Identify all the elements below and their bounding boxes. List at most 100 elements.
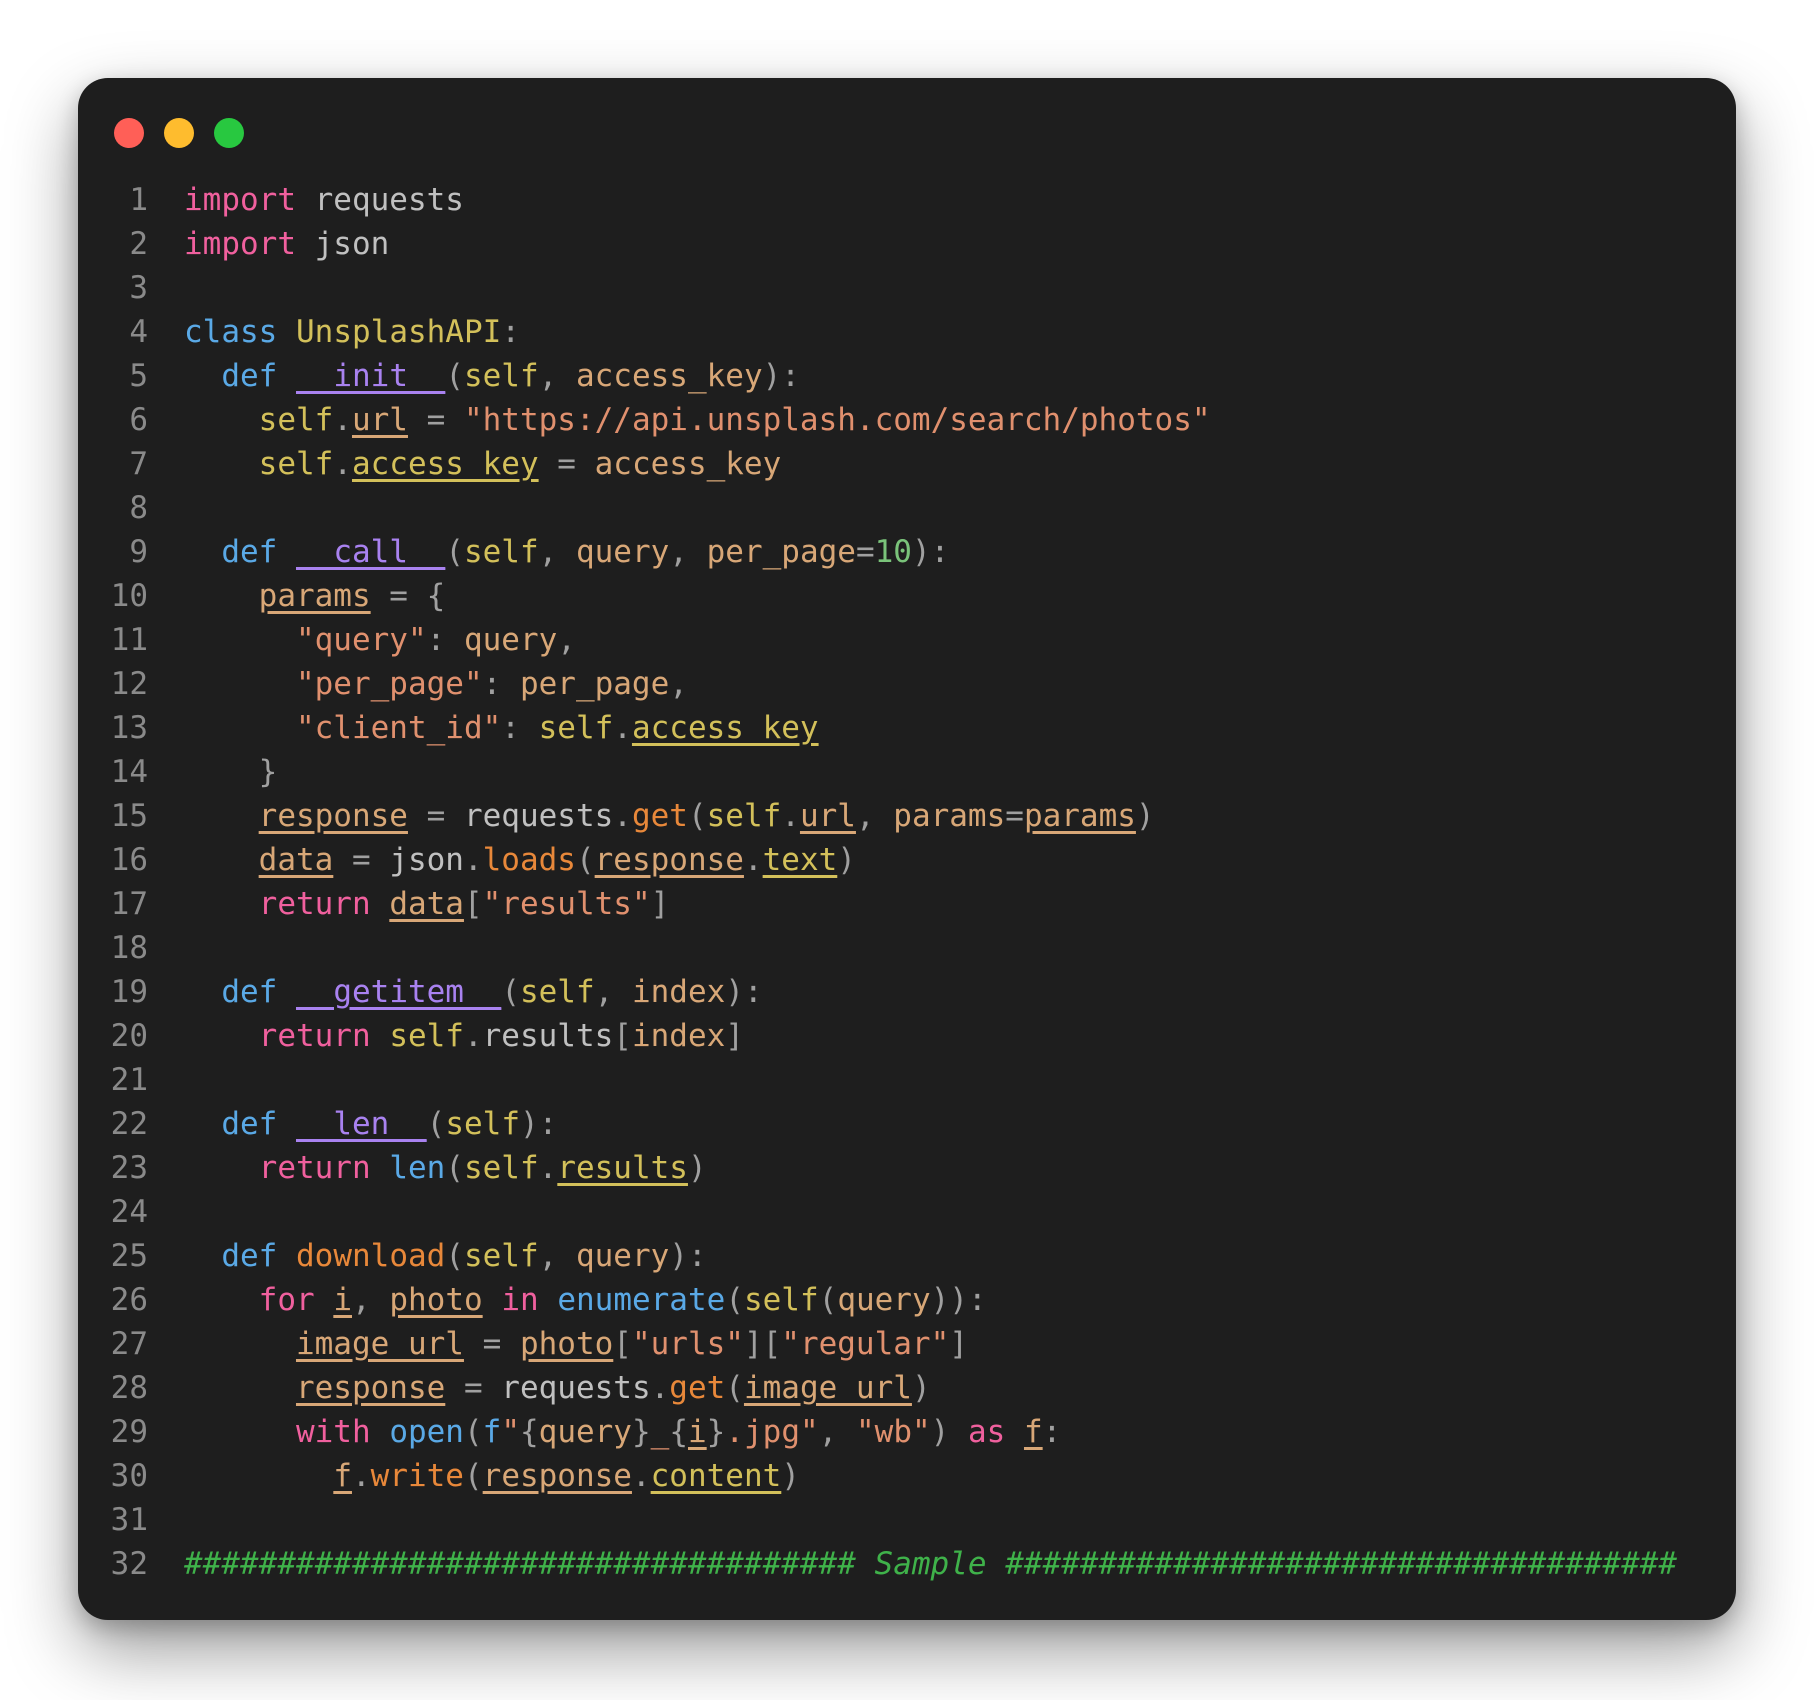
code-token: self [463,1150,539,1186]
code-token: self [538,710,614,746]
code-line: 29 with open(f"{query}_{i}.jpg", "wb") a… [78,1410,1736,1454]
code-token: i [333,1282,352,1318]
code-text: "query": query, [184,618,576,662]
code-token: return [258,1150,371,1186]
code-token: query [538,1414,632,1450]
code-token: )): [930,1282,987,1318]
code-token: ): [911,534,950,570]
line-number: 22 [110,1106,148,1142]
code-token: download [296,1238,446,1274]
code-token: import [184,226,296,262]
code-line: 6 self.url = "https://api.unsplash.com/s… [78,398,1736,442]
code-token: : [501,710,539,746]
code-token: self [463,1238,539,1274]
code-token: access_key [594,446,782,482]
code-token: } [631,1414,651,1450]
line-number: 8 [129,490,148,526]
code-text: response = requests.get(image_url) [184,1366,931,1410]
code-text: with open(f"{query}_{i}.jpg", "wb") as f… [184,1410,1061,1454]
code-token: self [389,1018,464,1054]
code-token: [ [463,886,483,922]
code-line: 28 response = requests.get(image_url) [78,1366,1736,1410]
code-line: 8 [78,486,1736,530]
code-token: , [538,534,576,570]
minimize-button[interactable] [164,118,194,148]
code-text: data = json.loads(response.text) [184,838,856,882]
code-token: ] [650,886,670,922]
line-number: 13 [110,710,148,746]
window-controls [114,118,244,148]
code-token: ) [911,1370,931,1406]
code-text: "per_page": per_page, [184,662,688,706]
code-token: with [295,1414,371,1450]
code-text: import json [184,222,389,266]
close-button[interactable] [114,118,144,148]
code-token: get [631,798,688,834]
code-token: per_page [706,534,856,570]
code-token: self [258,446,334,482]
code-token: . [463,842,483,878]
code-token: , [855,798,894,834]
code-text: return data["results"] [184,882,670,926]
maximize-button[interactable] [214,118,244,148]
code-token: index [631,974,726,1010]
code-token: , [538,358,576,394]
code-token: = [407,798,464,834]
code-token: params [1023,798,1136,834]
code-token: ): [519,1106,558,1142]
code-line: 19 def __getitem__(self, index): [78,970,1736,1014]
code-text: class UnsplashAPI: [184,310,520,354]
code-text: def __init__(self, access_key): [184,354,800,398]
line-number: 29 [110,1414,148,1450]
code-token: json [389,842,464,878]
line-number: 30 [110,1458,148,1494]
code-token: __getitem__ [296,974,502,1010]
code-token: results [482,1018,614,1054]
code-token: ) [1135,798,1155,834]
code-line: 17 return data["results"] [78,882,1736,926]
code-line: 13 "client_id": self.access_key [78,706,1736,750]
code-token: ) [781,1458,800,1494]
code-token: . [333,402,352,438]
code-token: ( [725,1370,744,1406]
code-line: 32 #################################### S… [78,1542,1736,1586]
line-number: 31 [110,1502,148,1538]
code-line: 23 return len(self.results) [78,1146,1736,1190]
code-token: loads [482,842,576,878]
code-line: 15 response = requests.get(self.url, par… [78,794,1736,838]
line-number: 28 [110,1370,148,1406]
code-token: self [706,798,782,834]
code-token: [ [613,1326,632,1362]
code-token: "https://api.unsplash.com/search/photos" [463,402,1211,438]
line-number: 19 [110,974,148,1010]
code-token: get [669,1370,726,1406]
code-token: def [221,1106,278,1142]
code-token: response [258,798,408,834]
line-number: 20 [110,1018,148,1054]
code-line: 22 def __len__(self): [78,1102,1736,1146]
code-token: , [669,666,688,702]
line-number: 25 [110,1238,148,1274]
code-token: ( [445,1150,464,1186]
code-token: requests [501,1370,651,1406]
code-line: 10 params = { [78,574,1736,618]
code-line: 21 [78,1058,1736,1102]
line-number: 24 [110,1194,148,1230]
code-token: as [967,1414,1006,1450]
code-token: ( [445,534,464,570]
line-number: 15 [110,798,148,834]
code-line: 1 import requests [78,178,1736,222]
code-token: access_key [351,446,539,482]
code-token: self [445,1106,520,1142]
code-token: self [463,534,539,570]
